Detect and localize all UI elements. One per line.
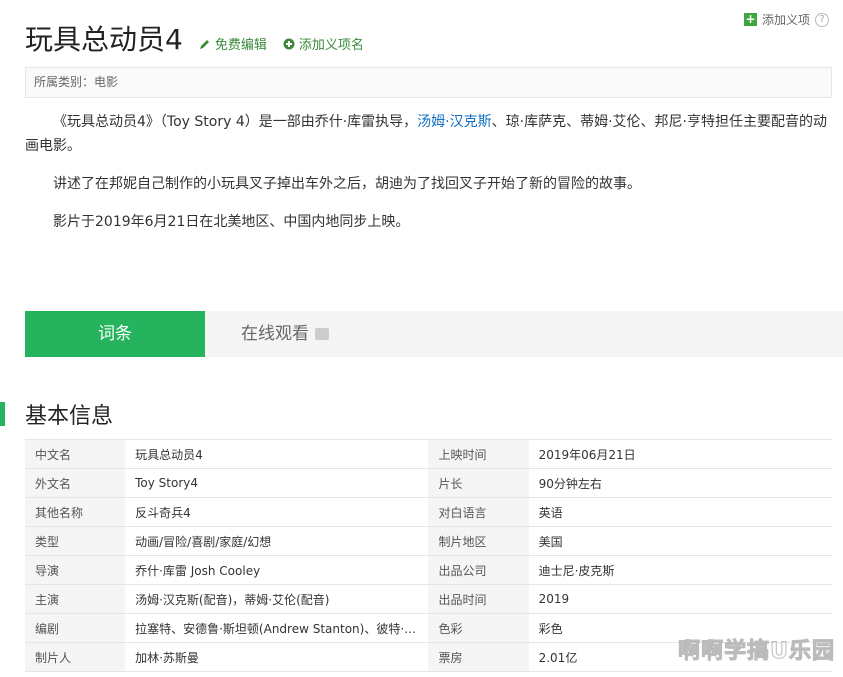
table-row: 类型 动画/冒险/喜剧/家庭/幻想 制片地区 美国 <box>25 526 832 556</box>
info-value: 90分钟左右 <box>528 468 832 498</box>
section-title: 基本信息 <box>25 404 114 429</box>
info-key: 上映时间 <box>428 439 529 469</box>
info-key: 票房 <box>428 642 529 672</box>
plus-icon: + <box>743 12 757 26</box>
info-key: 其他名称 <box>25 497 126 527</box>
info-value: 汤姆·汉克斯(配音)，蒂姆·艾伦(配音) <box>125 584 429 614</box>
info-key: 制片地区 <box>428 526 529 556</box>
section-header: 基本信息 <box>0 398 113 430</box>
table-row: 导演 乔什·库雷 Josh Cooley 出品公司 迪士尼·皮克斯 <box>25 555 832 585</box>
add-entry-link[interactable]: + 添加义项 ? <box>743 11 829 28</box>
table-row: 外文名 Toy Story4 片长 90分钟左右 <box>25 468 832 498</box>
summary: 《玩具总动员4》（Toy Story 4）是一部由乔什·库雷执导，汤姆·汉克斯、… <box>25 110 832 248</box>
info-key: 主演 <box>25 584 126 614</box>
info-value: 2019年06月21日 <box>528 439 832 469</box>
info-value: 2019 <box>528 584 832 614</box>
section-accent-bar <box>0 402 5 426</box>
help-icon[interactable]: ? <box>815 12 829 27</box>
tab-bar: 词条 在线观看 <box>25 311 843 357</box>
table-row: 主演 汤姆·汉克斯(配音)，蒂姆·艾伦(配音) 出品时间 2019 <box>25 584 832 614</box>
add-name-button[interactable]: 添加义项名 <box>283 34 364 53</box>
info-value: 迪士尼·皮克斯 <box>528 555 832 585</box>
summary-paragraph-3: 影片于2019年6月21日在北美地区、中国内地同步上映。 <box>53 214 410 230</box>
summary-paragraph-2: 讲述了在邦妮自己制作的小玩具叉子掉出车外之后，胡迪为了找回叉子开始了新的冒险的故… <box>53 176 641 192</box>
info-value: 反斗奇兵4 <box>125 497 429 527</box>
info-value: 乔什·库雷 Josh Cooley <box>125 555 429 585</box>
add-entry-label: 添加义项 <box>761 13 810 27</box>
info-key: 出品时间 <box>428 584 529 614</box>
tab-watch-online[interactable]: 在线观看 <box>205 311 365 357</box>
summary-paragraph-1: 《玩具总动员4》（Toy Story 4）是一部由乔什·库雷执导，汤姆·汉克斯、… <box>25 114 827 154</box>
info-key: 对白语言 <box>428 497 529 527</box>
info-value: 玩具总动员4 <box>125 439 429 469</box>
info-key: 外文名 <box>25 468 126 498</box>
edit-button[interactable]: 免费编辑 <box>199 34 267 53</box>
info-key: 导演 <box>25 555 126 585</box>
title-row: 玩具总动员4 免费编辑 添加义项名 <box>25 20 364 60</box>
table-row: 其他名称 反斗奇兵4 对白语言 英语 <box>25 497 832 527</box>
info-key: 出品公司 <box>428 555 529 585</box>
edit-label: 免费编辑 <box>214 38 267 53</box>
info-value: 动画/冒险/喜剧/家庭/幻想 <box>125 526 429 556</box>
tab-entry[interactable]: 词条 <box>25 311 205 357</box>
info-key: 类型 <box>25 526 126 556</box>
table-row: 中文名 玩具总动员4 上映时间 2019年06月21日 <box>25 439 832 469</box>
info-value: 美国 <box>528 526 832 556</box>
info-key: 片长 <box>428 468 529 498</box>
category-bar: 所属类别：电影 <box>25 67 832 98</box>
pencil-icon <box>199 39 209 49</box>
info-key: 色彩 <box>428 613 529 643</box>
tab-watch-online-label: 在线观看 <box>241 324 309 344</box>
info-key: 制片人 <box>25 642 126 672</box>
page-title: 玩具总动员4 <box>25 23 183 56</box>
add-name-label: 添加义项名 <box>298 38 364 53</box>
info-key: 中文名 <box>25 439 126 469</box>
info-value: 拉塞特、安德鲁·斯坦顿(Andrew Stanton)、彼特·道格... <box>125 613 429 643</box>
tv-icon <box>315 328 329 340</box>
info-value: Toy Story4 <box>125 468 429 498</box>
actor-link[interactable]: 汤姆·汉克斯 <box>417 114 491 130</box>
info-value: 加林·苏斯曼 <box>125 642 429 672</box>
info-value: 英语 <box>528 497 832 527</box>
info-key: 编剧 <box>25 613 126 643</box>
add-name-icon <box>283 38 295 49</box>
watermark-logo: 啊啊学搞U乐园 <box>678 639 835 665</box>
